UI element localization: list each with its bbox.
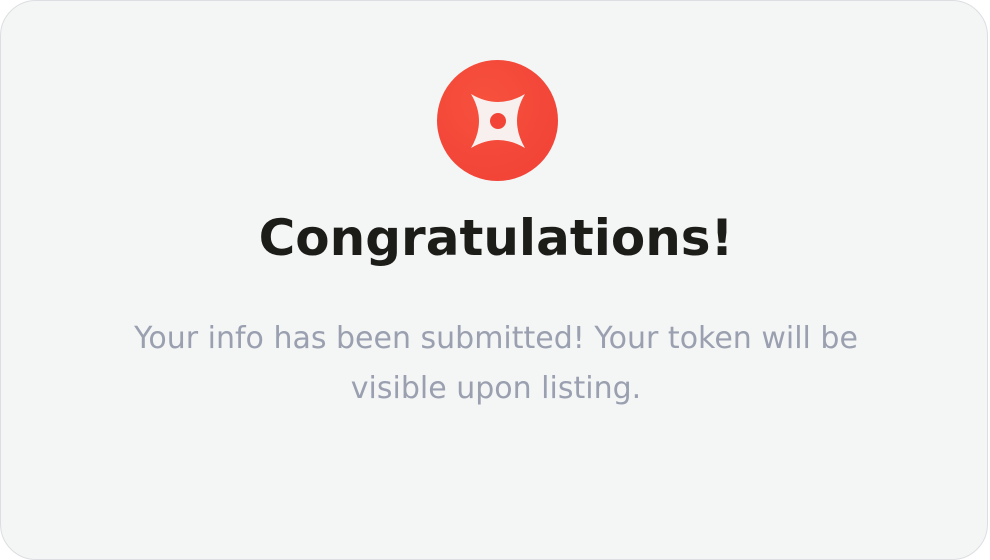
page-title: Congratulations! bbox=[258, 209, 734, 267]
success-card: Congratulations! Your info has been subm… bbox=[0, 0, 988, 560]
brand-logo bbox=[437, 60, 558, 181]
confirmation-message: Your info has been submitted! Your token… bbox=[134, 321, 858, 406]
four-point-star-icon bbox=[470, 93, 525, 148]
